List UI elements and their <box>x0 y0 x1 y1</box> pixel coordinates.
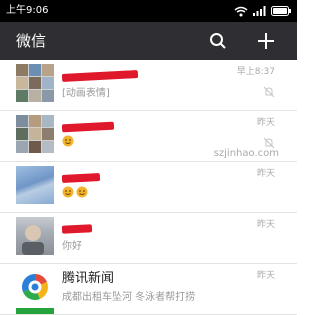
mute-icon <box>263 86 275 98</box>
chat-preview: 你好 <box>62 241 82 252</box>
redacted-name <box>61 121 115 133</box>
redacted-name <box>61 70 139 82</box>
chat-time: 昨天 <box>256 220 275 230</box>
redacted-name <box>61 173 101 183</box>
search-icon <box>210 33 226 49</box>
next-chat-row[interactable] <box>0 306 297 314</box>
smiley-emoji-icon <box>62 135 74 147</box>
person-silhouette-icon <box>22 225 44 255</box>
chat-time: 昨天 <box>256 271 275 281</box>
chat-preview: [动画表情] <box>62 88 110 99</box>
status-icons <box>234 4 291 18</box>
watermark: szjinhao.com <box>213 148 279 159</box>
redacted-name <box>61 224 93 234</box>
chat-name: 腾讯新闻 <box>62 271 115 286</box>
app-bar: 微信 <box>0 22 297 60</box>
status-bar: 上午9:06 <box>0 0 297 22</box>
chat-row[interactable]: 早上8:37 [动画表情] <box>0 60 297 111</box>
chat-row[interactable]: 昨天 你好 <box>0 213 297 264</box>
emoji-icon <box>62 186 74 198</box>
tencent-news-avatar <box>16 268 54 306</box>
person-photo-avatar <box>16 217 54 255</box>
emoji-icon <box>76 186 88 198</box>
group-avatar <box>16 64 54 102</box>
chat-time: 早上8:37 <box>236 67 275 77</box>
search-button[interactable] <box>207 30 229 52</box>
chat-row[interactable]: 昨天 <box>0 162 297 213</box>
signal-icon <box>253 6 266 16</box>
chat-preview: 成都出租车坠河 冬泳者帮打捞 <box>62 292 196 303</box>
add-button[interactable] <box>255 30 277 52</box>
app-title: 微信 <box>16 32 47 50</box>
chat-time: 昨天 <box>256 169 275 179</box>
battery-icon <box>271 6 291 16</box>
chat-time: 昨天 <box>256 118 275 128</box>
sky-photo-avatar <box>16 166 54 204</box>
chat-list: 早上8:37 [动画表情] 昨天 昨天 昨天 你好 腾讯新闻 昨天 成都出租车坠… <box>0 60 297 315</box>
plus-icon <box>258 33 274 49</box>
status-time: 上午9:06 <box>6 5 49 16</box>
next-chat-avatar <box>16 308 54 314</box>
tencent-news-logo-icon <box>21 274 49 300</box>
group-avatar <box>16 115 54 153</box>
wifi-icon <box>234 6 248 16</box>
